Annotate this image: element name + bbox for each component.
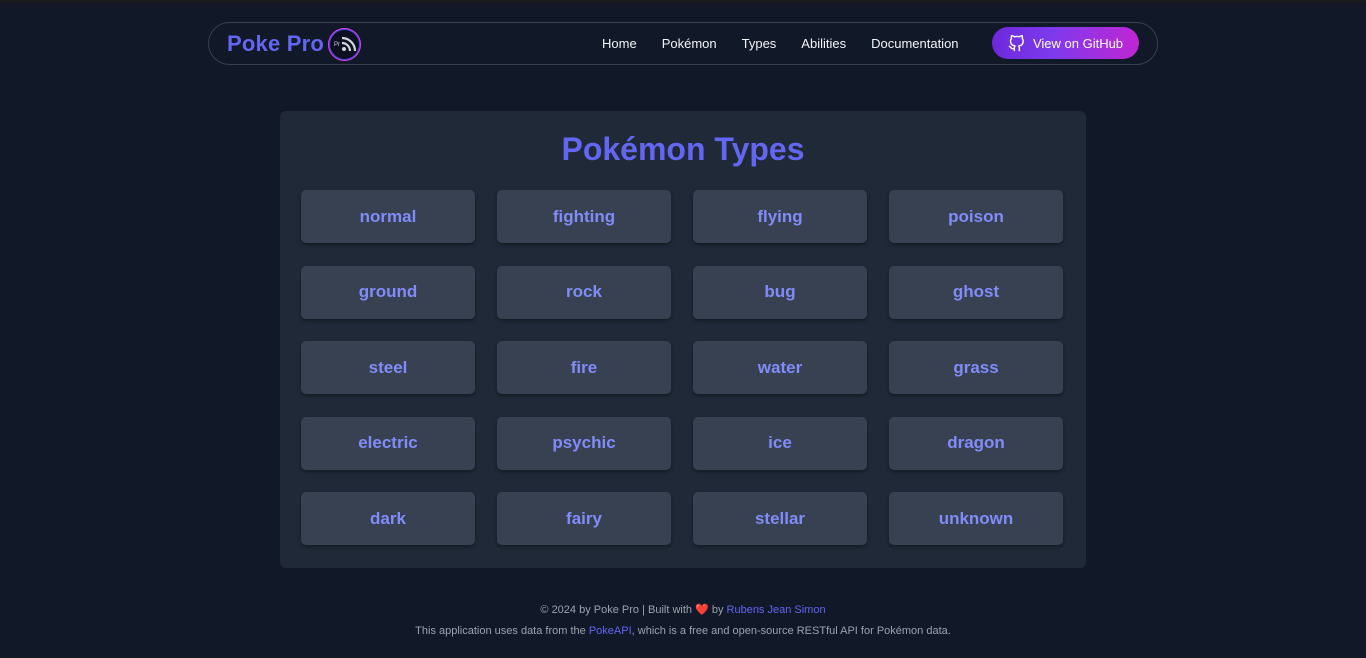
type-card-poison[interactable]: poison xyxy=(889,190,1063,243)
type-card-fairy[interactable]: fairy xyxy=(497,492,671,545)
logo-text: Pr xyxy=(333,41,340,48)
type-card-normal[interactable]: normal xyxy=(301,190,475,243)
type-card-bug[interactable]: bug xyxy=(693,265,867,319)
footer-credits: © 2024 by Poke Pro | Built with ❤️ by Ru… xyxy=(0,603,1366,616)
brand[interactable]: Poke Pro Pr xyxy=(227,27,361,61)
type-card-fighting[interactable]: fighting xyxy=(497,190,671,243)
type-card-electric[interactable]: electric xyxy=(301,416,475,470)
type-card-rock[interactable]: rock xyxy=(497,265,671,319)
footer-by: by xyxy=(711,604,724,616)
nav-abilities[interactable]: Abilities xyxy=(801,36,846,51)
type-card-stellar[interactable]: stellar xyxy=(693,492,867,545)
footer-copyright: © 2024 by Poke Pro | Built with xyxy=(540,604,692,616)
nav-links: Home Pokémon Types Abilities Documentati… xyxy=(602,23,984,64)
type-card-water[interactable]: water xyxy=(693,341,867,394)
type-card-dragon[interactable]: dragon xyxy=(889,416,1063,470)
nav-home[interactable]: Home xyxy=(602,36,637,51)
rss-logo-icon[interactable]: Pr xyxy=(327,27,361,61)
view-on-github-button[interactable]: View on GitHub xyxy=(992,27,1139,59)
brand-name[interactable]: Poke Pro xyxy=(227,31,324,57)
footer-data-source: This application uses data from the Poke… xyxy=(0,625,1366,637)
type-card-grass[interactable]: grass xyxy=(889,341,1063,394)
type-card-dark[interactable]: dark xyxy=(301,492,475,545)
type-card-ice[interactable]: ice xyxy=(693,416,867,470)
nav-documentation[interactable]: Documentation xyxy=(871,36,958,51)
footer-data-suffix: , which is a free and open-source RESTfu… xyxy=(631,625,951,637)
nav-types[interactable]: Types xyxy=(742,36,777,51)
type-card-psychic[interactable]: psychic xyxy=(497,416,671,470)
navbar: Poke Pro Pr Home Pokémon Types Abilities… xyxy=(208,22,1158,65)
type-card-ground[interactable]: ground xyxy=(301,265,475,319)
footer-data-prefix: This application uses data from the xyxy=(415,625,586,637)
heart-icon: ❤️ xyxy=(695,604,709,616)
pokeapi-link[interactable]: PokeAPI xyxy=(589,625,632,637)
nav-pokemon[interactable]: Pokémon xyxy=(662,36,717,51)
type-card-flying[interactable]: flying xyxy=(693,190,867,243)
page-title: Pokémon Types xyxy=(561,131,805,167)
type-card-unknown[interactable]: unknown xyxy=(889,492,1063,545)
top-border xyxy=(0,0,1366,5)
type-card-steel[interactable]: steel xyxy=(301,341,475,394)
github-icon xyxy=(1008,34,1024,51)
type-card-fire[interactable]: fire xyxy=(497,341,671,394)
github-button-label: View on GitHub xyxy=(1032,35,1124,51)
author-link[interactable]: Rubens Jean Simon xyxy=(727,604,826,616)
types-panel: Pokémon Types normal fighting flying poi… xyxy=(280,111,1086,568)
types-grid: normal fighting flying poison ground roc… xyxy=(301,190,1063,545)
type-card-ghost[interactable]: ghost xyxy=(889,265,1063,319)
